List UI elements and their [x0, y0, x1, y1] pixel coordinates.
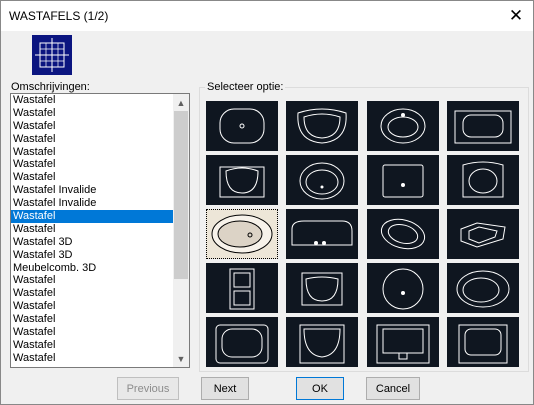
scroll-up-icon[interactable]: ▲ — [173, 94, 189, 111]
washbasin-icon — [456, 270, 510, 308]
washbasin-icon — [380, 108, 426, 144]
washbasin-icon — [460, 222, 506, 248]
washbasin-icon — [219, 108, 265, 144]
list-item[interactable]: Wastafel — [11, 146, 173, 159]
list-item[interactable]: Wastafel — [11, 287, 173, 300]
list-item[interactable]: Wastafel — [11, 313, 173, 326]
option-tile-washbasin[interactable] — [367, 317, 439, 367]
washbasin-icon — [382, 164, 424, 198]
washbasin-icon — [382, 268, 424, 310]
next-button[interactable]: Next — [201, 377, 249, 400]
list-item[interactable]: Wastafel — [11, 158, 173, 171]
option-tile-washbasin[interactable] — [447, 317, 519, 367]
option-tile-washbasin[interactable] — [447, 155, 519, 205]
washbasin-icon — [291, 220, 353, 246]
list-item[interactable]: Wastafel 3D — [11, 236, 173, 249]
list-item[interactable]: Wastafel — [11, 107, 173, 120]
washbasin-icon — [376, 324, 430, 364]
list-item[interactable]: Wastafel — [11, 120, 173, 133]
scroll-down-icon[interactable]: ▼ — [173, 350, 189, 367]
list-item[interactable]: Wastafel Invalide — [11, 184, 173, 197]
select-option-label: Selecteer optie: — [205, 81, 286, 93]
washbasin-icon — [458, 324, 508, 364]
washbasin-icon — [211, 214, 273, 254]
previous-button-label: Previous — [126, 382, 170, 395]
descriptions-listbox[interactable]: Wastafel Wastafel Wastafel Wastafel Wastafel… — [10, 93, 190, 368]
cancel-button[interactable]: Cancel — [366, 377, 420, 400]
option-tile-washbasin[interactable] — [367, 155, 439, 205]
option-tile-washbasin[interactable] — [206, 209, 278, 259]
previous-button[interactable]: Previous — [117, 377, 179, 400]
option-tile-washbasin[interactable] — [367, 101, 439, 151]
list-item[interactable]: Wastafel — [11, 274, 173, 287]
option-tile-washbasin[interactable] — [447, 263, 519, 313]
list-item[interactable]: Wastafel — [11, 94, 173, 107]
option-tile-washbasin[interactable] — [447, 101, 519, 151]
option-tile-washbasin[interactable] — [286, 209, 358, 259]
ok-button[interactable]: OK — [296, 377, 344, 400]
washbasin-icon — [219, 166, 265, 198]
washbasin-icon — [380, 218, 426, 250]
washbasin-icon — [299, 324, 345, 364]
list-item[interactable]: Wastafel — [11, 339, 173, 352]
option-tile-washbasin[interactable] — [206, 263, 278, 313]
scroll-thumb[interactable] — [174, 111, 188, 279]
close-button[interactable]: ✕ — [499, 1, 533, 31]
option-tile-washbasin[interactable] — [206, 101, 278, 151]
washbasin-icon — [297, 108, 347, 144]
option-tile-washbasin[interactable] — [286, 101, 358, 151]
crosshair-grid-icon — [32, 35, 72, 75]
list-item[interactable]: Wastafel — [11, 133, 173, 146]
descriptions-label: Omschrijvingen: — [11, 81, 90, 93]
descriptions-list: Wastafel Wastafel Wastafel Wastafel Wastafel… — [11, 94, 173, 365]
close-icon: ✕ — [508, 6, 524, 25]
dialog-window: WASTAFELS (1/2) ✕ Omschrijvingen: Wastaf… — [0, 0, 534, 405]
list-item[interactable]: Wastafel — [11, 352, 173, 365]
option-tile-washbasin[interactable] — [206, 317, 278, 367]
washbasin-icon — [215, 324, 269, 364]
washbasin-icon — [462, 161, 504, 198]
option-tile-washbasin[interactable] — [286, 317, 358, 367]
washbasin-icon — [301, 272, 343, 306]
option-tile-washbasin[interactable] — [286, 155, 358, 205]
list-scrollbar[interactable]: ▲ ▼ — [173, 94, 189, 367]
next-button-label: Next — [213, 382, 237, 395]
list-item[interactable]: Wastafel — [11, 223, 173, 236]
option-tile-washbasin[interactable] — [206, 155, 278, 205]
list-item[interactable]: Wastafel — [11, 210, 173, 223]
list-item[interactable]: Wastafel 3D — [11, 249, 173, 262]
washbasin-icon — [299, 162, 345, 200]
washbasin-icon — [454, 110, 512, 144]
window-title: WASTAFELS (1/2) — [9, 9, 109, 23]
ok-button-label: OK — [312, 382, 328, 395]
list-item[interactable]: Wastafel — [11, 171, 173, 184]
title-bar: WASTAFELS (1/2) ✕ — [1, 1, 533, 31]
list-item[interactable]: Wastafel — [11, 300, 173, 313]
list-item[interactable]: Wastafel — [11, 326, 173, 339]
option-tile-washbasin[interactable] — [286, 263, 358, 313]
option-tile-washbasin[interactable] — [367, 209, 439, 259]
list-item[interactable]: Meubelcomb. 3D — [11, 262, 173, 275]
list-item[interactable]: Wastafel Invalide — [11, 197, 173, 210]
option-tile-washbasin[interactable] — [447, 209, 519, 259]
washbasin-icon — [229, 268, 255, 310]
option-tile-washbasin[interactable] — [367, 263, 439, 313]
cancel-button-label: Cancel — [375, 382, 411, 395]
